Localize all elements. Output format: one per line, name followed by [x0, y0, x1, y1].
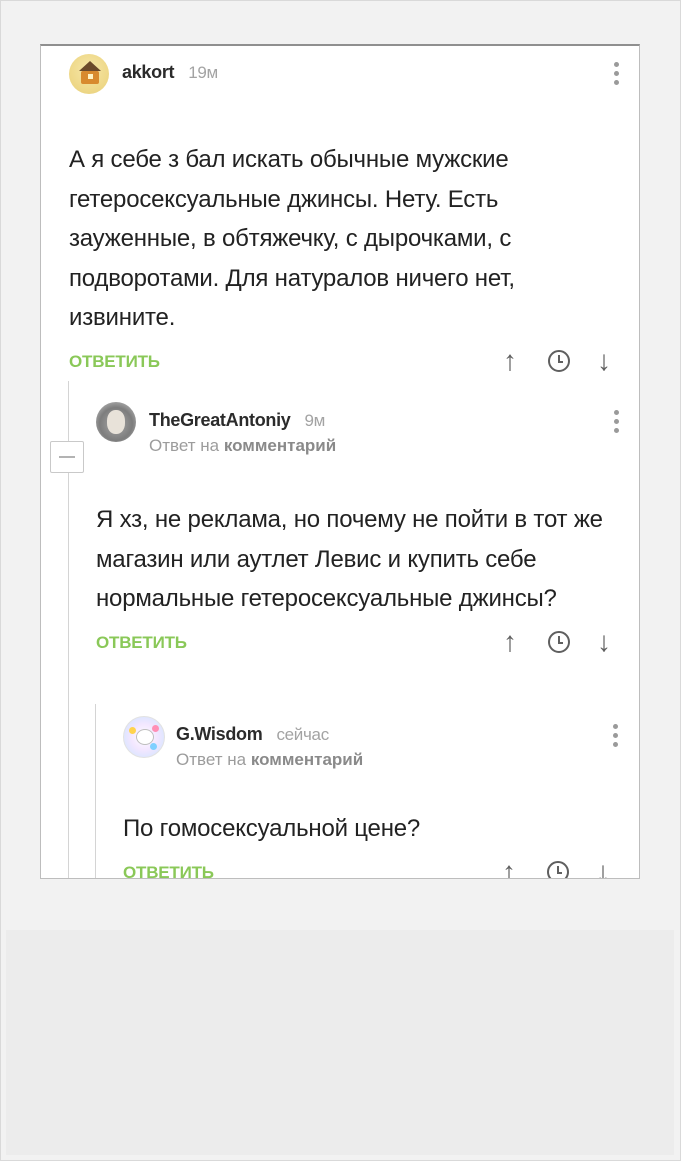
comment-time: сейчас [276, 725, 329, 744]
comment-header: G.Wisdom сейчас Ответ на комментарий [123, 716, 623, 769]
comment: TheGreatAntoniy 9м Ответ на комментарий Я… [96, 402, 624, 661]
author-name[interactable]: akkort 19м [122, 62, 218, 83]
vote-up-icon[interactable]: ↑ [503, 345, 517, 376]
avatar[interactable] [69, 54, 109, 94]
reply-to-link[interactable]: комментарий [251, 750, 363, 769]
vote-up-icon[interactable]: ↑ [503, 626, 517, 657]
comment-text: По гомосексуальной цене? [123, 815, 421, 842]
vote-down-icon[interactable]: ↓ [597, 626, 611, 657]
comment-actions: ОТВЕТИТЬ ↑ ↓ [96, 625, 624, 661]
vote-down-icon[interactable]: ↓ [596, 856, 610, 878]
vote-down-icon[interactable]: ↓ [597, 345, 611, 376]
vote-controls: ↑ ↓ [494, 626, 624, 661]
comment-text: Я хз, не реклама, но почему не пойти в т… [96, 506, 603, 612]
author-name[interactable]: TheGreatAntoniy 9м [149, 410, 325, 431]
vote-up-icon[interactable]: ↑ [502, 856, 516, 878]
reply-button[interactable]: ОТВЕТИТЬ [123, 863, 214, 879]
clock-icon[interactable] [547, 860, 569, 878]
comment-time: 9м [304, 411, 326, 430]
reply-to-link[interactable]: комментарий [224, 436, 336, 455]
collapse-thread-button[interactable] [50, 441, 84, 473]
reply-to-label: Ответ на комментарий [176, 750, 364, 769]
clock-icon[interactable] [548, 349, 570, 372]
reply-button[interactable]: ОТВЕТИТЬ [96, 633, 187, 653]
author-name[interactable]: G.Wisdom сейчас [176, 724, 329, 745]
comment-thread: akkort 19м А я себе з бал искать обычные … [40, 44, 640, 879]
comment-time: 19м [188, 63, 218, 82]
more-options-icon[interactable] [614, 62, 620, 88]
comment-header: TheGreatAntoniy 9м Ответ на комментарий [96, 402, 624, 455]
thread-line [95, 704, 96, 878]
comment-actions: ОТВЕТИТЬ ↑ ↓ [69, 344, 624, 380]
avatar[interactable] [96, 402, 136, 442]
reply-button[interactable]: ОТВЕТИТЬ [69, 352, 160, 372]
comment-header: akkort 19м [69, 54, 624, 94]
comment: G.Wisdom сейчас Ответ на комментарий По г… [123, 716, 623, 879]
vote-controls: ↑ ↓ [493, 856, 623, 878]
vote-controls: ↑ ↓ [494, 345, 624, 380]
more-options-icon[interactable] [613, 724, 619, 750]
clock-icon[interactable] [548, 630, 570, 653]
blank-area [6, 930, 674, 1155]
comment: akkort 19м А я себе з бал искать обычные … [69, 54, 624, 380]
comment-text: А я себе з бал искать обычные мужские ге… [69, 146, 515, 331]
reply-to-label: Ответ на комментарий [149, 436, 337, 455]
avatar[interactable] [123, 716, 165, 758]
more-options-icon[interactable] [614, 410, 620, 436]
comment-actions: ОТВЕТИТЬ ↑ ↓ [123, 855, 623, 879]
